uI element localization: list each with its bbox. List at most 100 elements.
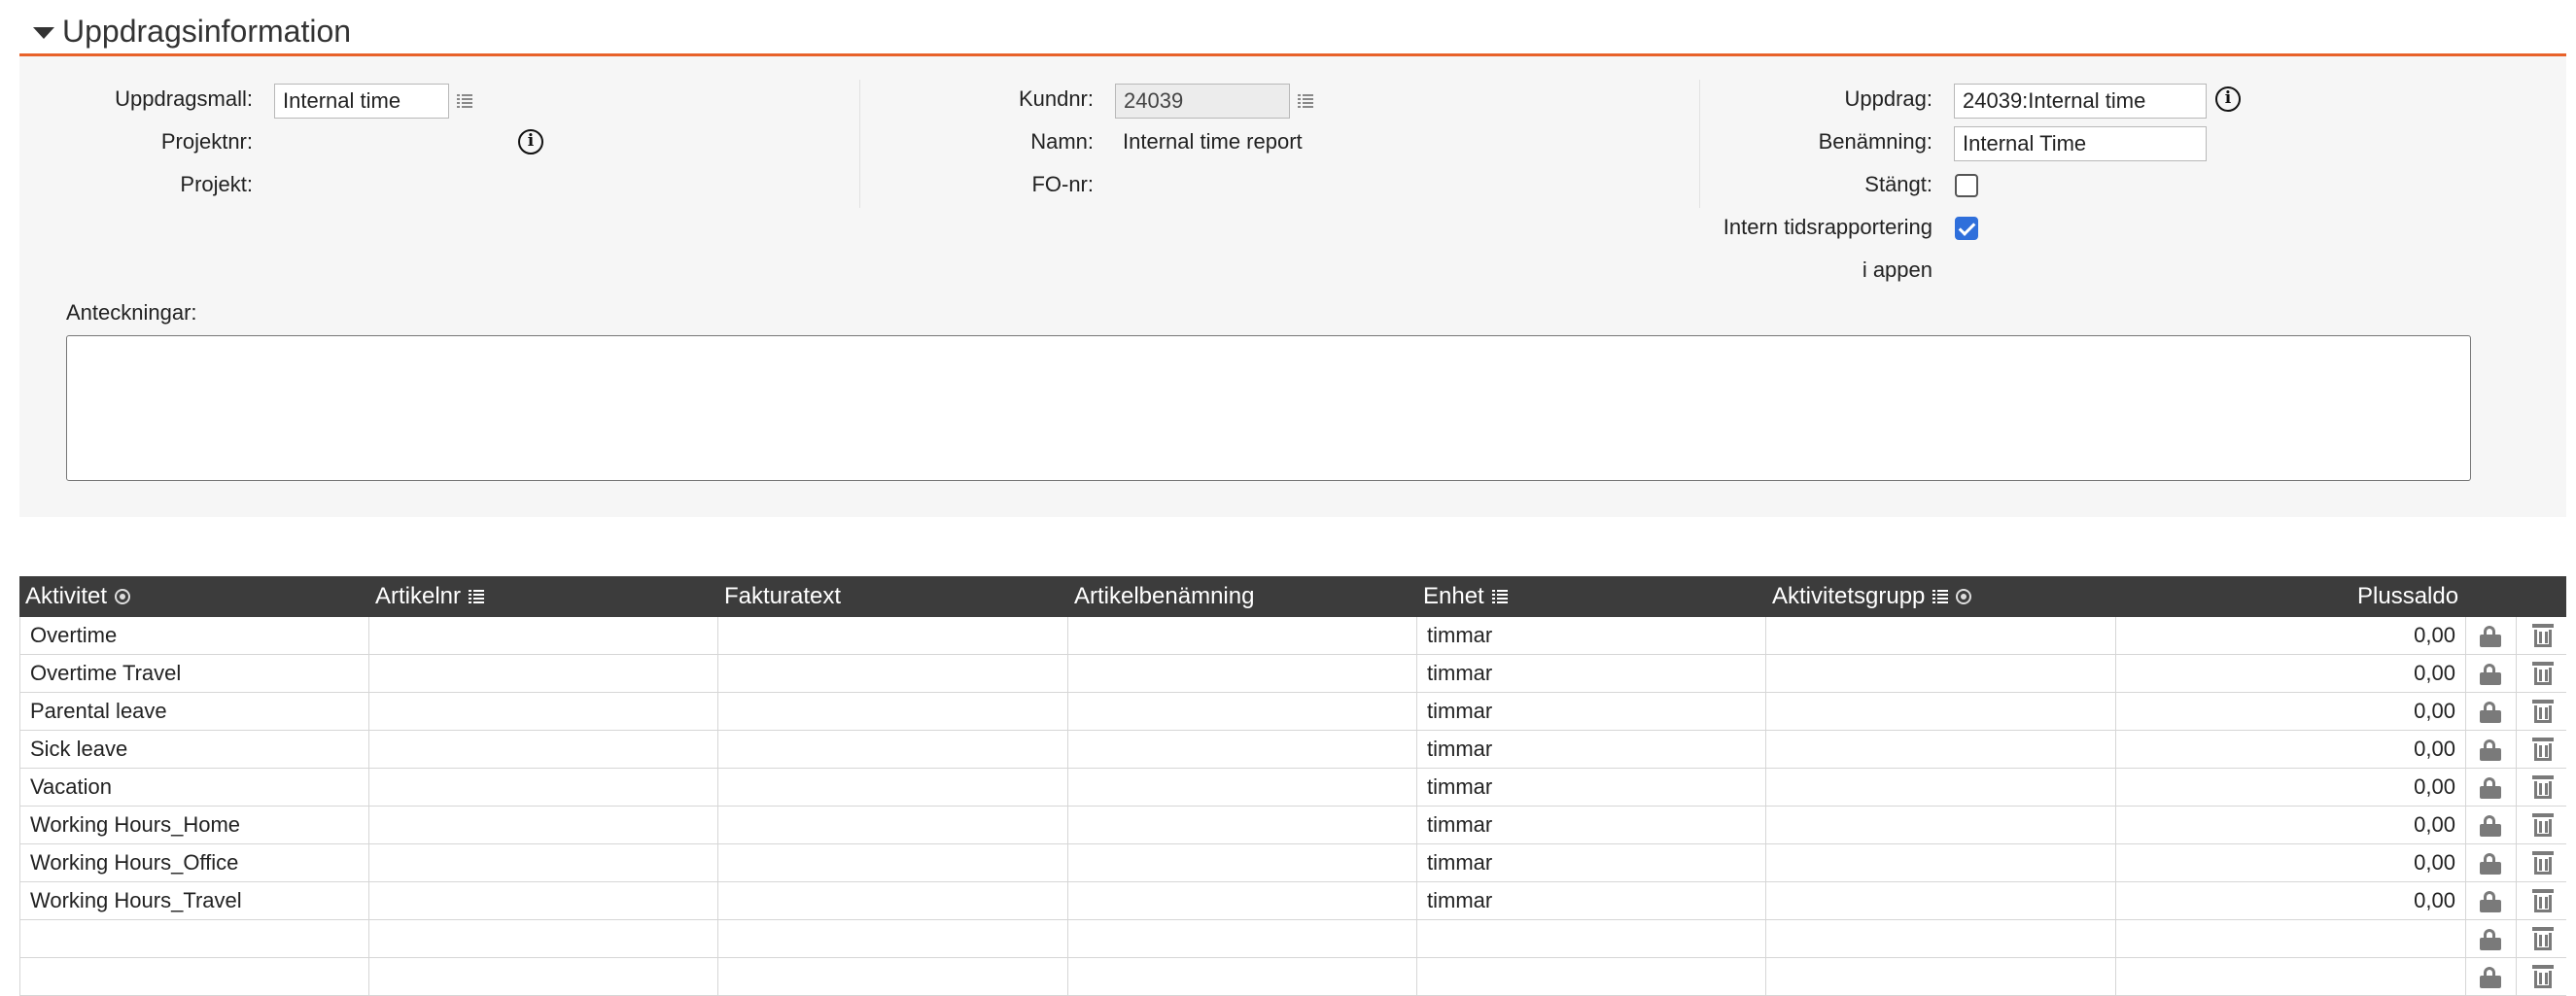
- cell-activity[interactable]: Overtime: [19, 617, 368, 654]
- cell-plus-balance[interactable]: [2115, 958, 2465, 995]
- table-row[interactable]: Working Hours_Travel timmar 0,00: [19, 882, 2566, 920]
- cell-invoice-text[interactable]: [717, 693, 1067, 730]
- cell-activity-group[interactable]: [1765, 655, 2115, 692]
- cell-article-name[interactable]: [1067, 655, 1416, 692]
- cell-activity-group[interactable]: [1765, 844, 2115, 881]
- settings-icon[interactable]: [115, 589, 131, 604]
- cell-article-name[interactable]: [1067, 807, 1416, 843]
- lock-icon[interactable]: [2480, 853, 2503, 875]
- cell-article-no[interactable]: [368, 617, 717, 654]
- cell-invoice-text[interactable]: [717, 617, 1067, 654]
- column-header-invoice-text[interactable]: Fakturatext: [724, 576, 841, 617]
- trash-icon[interactable]: [2532, 738, 2554, 761]
- cell-activity[interactable]: [19, 958, 368, 995]
- trash-icon[interactable]: [2532, 700, 2554, 723]
- cell-activity[interactable]: Working Hours_Travel: [19, 882, 368, 919]
- cell-article-name[interactable]: [1067, 920, 1416, 957]
- cell-article-no[interactable]: [368, 920, 717, 957]
- cell-article-no[interactable]: [368, 693, 717, 730]
- info-icon[interactable]: i: [2215, 86, 2241, 112]
- table-row[interactable]: [19, 958, 2566, 996]
- lock-icon[interactable]: [2480, 777, 2503, 799]
- lock-icon[interactable]: [2480, 626, 2503, 647]
- cell-invoice-text[interactable]: [717, 882, 1067, 919]
- cell-article-no[interactable]: [368, 769, 717, 806]
- settings-icon[interactable]: [1956, 589, 1972, 604]
- cell-invoice-text[interactable]: [717, 655, 1067, 692]
- cell-unit[interactable]: timmar: [1416, 693, 1765, 730]
- cell-invoice-text[interactable]: [717, 844, 1067, 881]
- cell-article-name[interactable]: [1067, 958, 1416, 995]
- cell-plus-balance[interactable]: 0,00: [2115, 844, 2465, 881]
- cell-activity-group[interactable]: [1765, 769, 2115, 806]
- cell-plus-balance[interactable]: 0,00: [2115, 617, 2465, 654]
- cell-unit[interactable]: timmar: [1416, 769, 1765, 806]
- column-header-article-no[interactable]: Artikelnr: [375, 576, 485, 617]
- cell-article-no[interactable]: [368, 731, 717, 768]
- trash-icon[interactable]: [2532, 813, 2554, 837]
- table-row[interactable]: Working Hours_Office timmar 0,00: [19, 844, 2566, 882]
- cell-plus-balance[interactable]: 0,00: [2115, 807, 2465, 843]
- cell-plus-balance[interactable]: 0,00: [2115, 731, 2465, 768]
- cell-article-no[interactable]: [368, 882, 717, 919]
- cell-activity-group[interactable]: [1765, 731, 2115, 768]
- trash-icon[interactable]: [2532, 851, 2554, 875]
- lock-icon[interactable]: [2480, 891, 2503, 912]
- cell-activity-group[interactable]: [1765, 882, 2115, 919]
- list-picker-icon[interactable]: [1298, 94, 1313, 108]
- column-header-plus-balance[interactable]: Plussaldo: [2357, 576, 2458, 617]
- notes-textarea[interactable]: [66, 335, 2471, 481]
- cell-unit[interactable]: timmar: [1416, 882, 1765, 919]
- closed-checkbox[interactable]: [1955, 174, 1978, 197]
- cell-article-no[interactable]: [368, 958, 717, 995]
- cell-unit[interactable]: [1416, 920, 1765, 957]
- table-row[interactable]: Working Hours_Home timmar 0,00: [19, 807, 2566, 844]
- cell-activity-group[interactable]: [1765, 920, 2115, 957]
- lock-icon[interactable]: [2480, 929, 2503, 950]
- cell-invoice-text[interactable]: [717, 769, 1067, 806]
- cell-invoice-text[interactable]: [717, 807, 1067, 843]
- cell-activity[interactable]: Parental leave: [19, 693, 368, 730]
- cell-unit[interactable]: timmar: [1416, 731, 1765, 768]
- cell-article-name[interactable]: [1067, 693, 1416, 730]
- trash-icon[interactable]: [2532, 624, 2554, 647]
- assignment-input[interactable]: [1954, 84, 2207, 119]
- cell-plus-balance[interactable]: 0,00: [2115, 655, 2465, 692]
- info-icon[interactable]: i: [518, 129, 543, 155]
- cell-activity[interactable]: Working Hours_Office: [19, 844, 368, 881]
- cell-activity[interactable]: [19, 920, 368, 957]
- cell-activity-group[interactable]: [1765, 807, 2115, 843]
- cell-article-name[interactable]: [1067, 731, 1416, 768]
- cell-article-name[interactable]: [1067, 617, 1416, 654]
- table-row[interactable]: Sick leave timmar 0,00: [19, 731, 2566, 769]
- trash-icon[interactable]: [2532, 775, 2554, 799]
- cell-article-no[interactable]: [368, 655, 717, 692]
- cell-unit[interactable]: timmar: [1416, 617, 1765, 654]
- trash-icon[interactable]: [2532, 889, 2554, 912]
- lock-icon[interactable]: [2480, 702, 2503, 723]
- table-row[interactable]: [19, 920, 2566, 958]
- cell-activity-group[interactable]: [1765, 617, 2115, 654]
- cell-activity-group[interactable]: [1765, 958, 2115, 995]
- lock-icon[interactable]: [2480, 815, 2503, 837]
- lock-icon[interactable]: [2480, 967, 2503, 988]
- list-icon[interactable]: [469, 590, 485, 603]
- cell-article-name[interactable]: [1067, 844, 1416, 881]
- column-header-activity-group[interactable]: Aktivitetsgrupp: [1772, 576, 1972, 617]
- cell-plus-balance[interactable]: [2115, 920, 2465, 957]
- cell-invoice-text[interactable]: [717, 958, 1067, 995]
- cell-activity[interactable]: Vacation: [19, 769, 368, 806]
- trash-icon[interactable]: [2532, 662, 2554, 685]
- template-input[interactable]: [274, 84, 449, 119]
- table-row[interactable]: Overtime Travel timmar 0,00: [19, 655, 2566, 693]
- cell-plus-balance[interactable]: 0,00: [2115, 693, 2465, 730]
- cell-unit[interactable]: timmar: [1416, 807, 1765, 843]
- collapse-caret-icon[interactable]: [33, 27, 54, 39]
- cell-article-no[interactable]: [368, 807, 717, 843]
- cell-activity[interactable]: Working Hours_Home: [19, 807, 368, 843]
- cell-article-name[interactable]: [1067, 769, 1416, 806]
- cell-article-name[interactable]: [1067, 882, 1416, 919]
- cell-activity-group[interactable]: [1765, 693, 2115, 730]
- cell-invoice-text[interactable]: [717, 731, 1067, 768]
- column-header-article-name[interactable]: Artikelbenämning: [1074, 576, 1254, 617]
